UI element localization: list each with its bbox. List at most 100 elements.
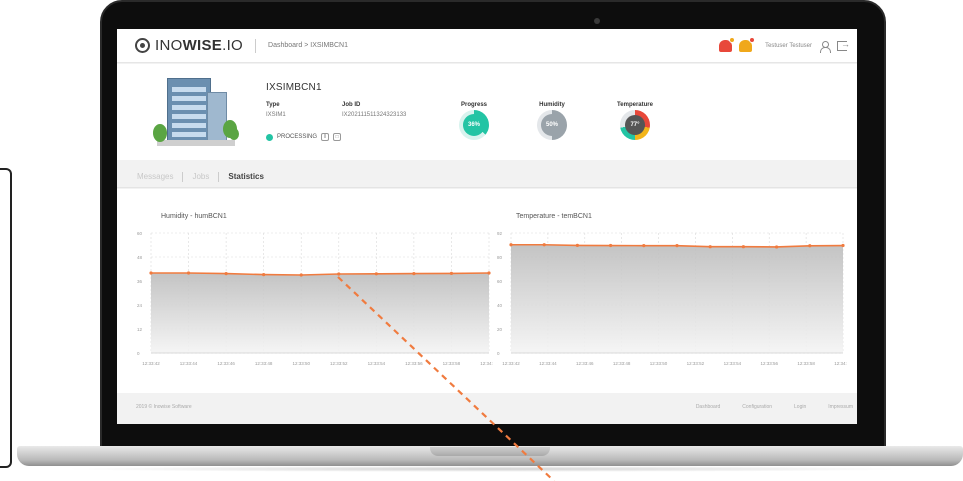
alert-bell-icon[interactable] <box>719 37 736 52</box>
stop-icon[interactable]: □ <box>333 133 342 141</box>
status-text: PROCESSING <box>277 134 318 140</box>
y-tick-label: 40 <box>497 303 503 308</box>
y-tick-label: 20 <box>497 327 503 332</box>
temperature-chart-title: Temperature - temBCN1 <box>516 213 592 220</box>
x-tick-label: 12:34:00 <box>834 361 847 366</box>
x-tick-label: 12:33:46 <box>217 361 235 366</box>
data-point <box>542 243 546 247</box>
data-point <box>642 244 646 248</box>
user-icon[interactable] <box>819 40 831 53</box>
y-tick-label: 60 <box>497 279 503 284</box>
data-point <box>708 245 712 249</box>
x-tick-label: 12:33:58 <box>443 361 461 366</box>
x-tick-label: 12:33:46 <box>576 361 594 366</box>
humidity-chart: 60 48 36 24 12 012:33:42 12:33:44 12:33:46 12:33… <box>137 231 493 366</box>
x-tick-label: 12:33:56 <box>405 361 423 366</box>
y-tick-label: 24 <box>137 303 143 308</box>
humidity-chart-title: Humidity - humBCN1 <box>161 213 227 220</box>
machine-title: IXSIMBCN1 <box>266 82 322 93</box>
x-tick-label: 12:33:48 <box>255 361 273 366</box>
header-divider <box>255 38 257 53</box>
type-value: IXSIM1 <box>266 112 286 118</box>
x-tick-label: 12:33:54 <box>368 361 386 366</box>
x-tick-label: 12:33:44 <box>539 361 557 366</box>
top-bar: INOWISE.IO Dashboard > IXSIMBCN1 Testuse… <box>117 29 857 63</box>
pause-icon[interactable]: II <box>321 133 330 141</box>
status-dot-icon <box>266 133 273 141</box>
tree-icon <box>229 128 239 140</box>
tab-statistics[interactable]: Statistics <box>228 172 264 181</box>
building-illustration <box>149 70 239 152</box>
logout-icon[interactable] <box>837 39 850 51</box>
data-point <box>841 243 845 248</box>
y-tick-label: 12 <box>137 327 143 332</box>
logo-text: INOWISE.IO <box>155 37 244 54</box>
x-tick-label: 12:33:42 <box>502 361 520 366</box>
tab-bar: Messages Jobs Statistics <box>117 166 857 188</box>
building-ground <box>157 140 235 146</box>
data-point <box>575 243 579 247</box>
copyright-text: 2019 © Inowise Software <box>136 404 192 410</box>
camera-icon <box>594 18 600 24</box>
logo-icon <box>135 38 150 53</box>
progress-gauge: 36% <box>459 110 489 140</box>
temperature-label: Temperature <box>617 102 653 108</box>
temperature-value: 77° <box>625 115 645 135</box>
side-device-edge <box>0 168 12 468</box>
data-point <box>609 243 613 248</box>
x-tick-label: 12:33:52 <box>687 361 705 366</box>
data-point <box>224 272 228 276</box>
x-tick-label: 12:33:44 <box>180 361 198 366</box>
data-point <box>775 245 779 249</box>
laptop-shadow <box>60 466 920 472</box>
header-actions: Testuser Testuser <box>719 29 850 63</box>
data-point <box>149 271 153 275</box>
footer-link-configuration[interactable]: Configuration <box>742 404 772 410</box>
x-tick-label: 12:33:48 <box>613 361 631 366</box>
data-point <box>741 245 745 249</box>
data-point <box>449 271 454 275</box>
footer-link-impressum[interactable]: Impressum <box>828 404 853 410</box>
notification-badge <box>749 37 756 43</box>
y-tick-label: 60 <box>137 231 143 236</box>
data-point <box>262 273 266 277</box>
footer-link-login[interactable]: Login <box>794 404 806 410</box>
footer-link-dashboard[interactable]: Dashboard <box>696 404 720 410</box>
tab-jobs[interactable]: Jobs <box>192 172 209 181</box>
temperature-gauge: 77° <box>620 110 650 140</box>
laptop-screen: INOWISE.IO Dashboard > IXSIMBCN1 Testuse… <box>117 29 857 424</box>
user-name[interactable]: Testuser Testuser <box>765 43 812 49</box>
tab-messages[interactable]: Messages <box>137 172 173 181</box>
x-tick-label: 12:33:56 <box>760 361 778 366</box>
data-point <box>509 243 513 247</box>
x-tick-label: 12:33:50 <box>292 361 310 366</box>
y-tick-label: 0 <box>497 351 500 356</box>
x-tick-label: 12:34:00 <box>480 361 493 366</box>
data-point <box>299 273 303 277</box>
breadcrumb[interactable]: Dashboard > IXSIMBCN1 <box>268 42 348 49</box>
brand-logo[interactable]: INOWISE.IO <box>135 37 243 54</box>
data-point <box>186 271 191 275</box>
job-id-label: Job ID <box>342 102 361 108</box>
data-point <box>374 272 378 276</box>
tab-divider <box>182 171 184 182</box>
x-tick-label: 12:33:42 <box>142 361 160 366</box>
tab-divider <box>218 171 220 182</box>
statistics-panel: Humidity - humBCN1 60 48 36 24 12 0 12:33:42 12… <box>117 189 857 393</box>
photo-stage: INOWISE.IO Dashboard > IXSIMBCN1 Testuse… <box>0 0 963 481</box>
x-tick-label: 12:33:54 <box>724 361 742 366</box>
progress-label: Progress <box>460 102 487 108</box>
notification-bell-icon[interactable] <box>739 37 756 52</box>
data-point <box>487 271 491 275</box>
y-tick-label: 48 <box>137 255 143 260</box>
x-tick-label: 12:33:52 <box>330 361 348 366</box>
tree-icon <box>153 124 167 142</box>
series-area <box>511 244 843 353</box>
data-point <box>675 244 679 248</box>
machine-card: IXSIMBCN1 Type IXSIM1 Job ID IX202111511… <box>117 64 857 160</box>
humidity-label: Humidity <box>539 102 565 108</box>
x-tick-label: 12:33:58 <box>797 361 815 366</box>
y-tick-label: 0 <box>137 351 140 356</box>
y-tick-label: 36 <box>137 279 143 284</box>
building-tower <box>167 78 211 142</box>
